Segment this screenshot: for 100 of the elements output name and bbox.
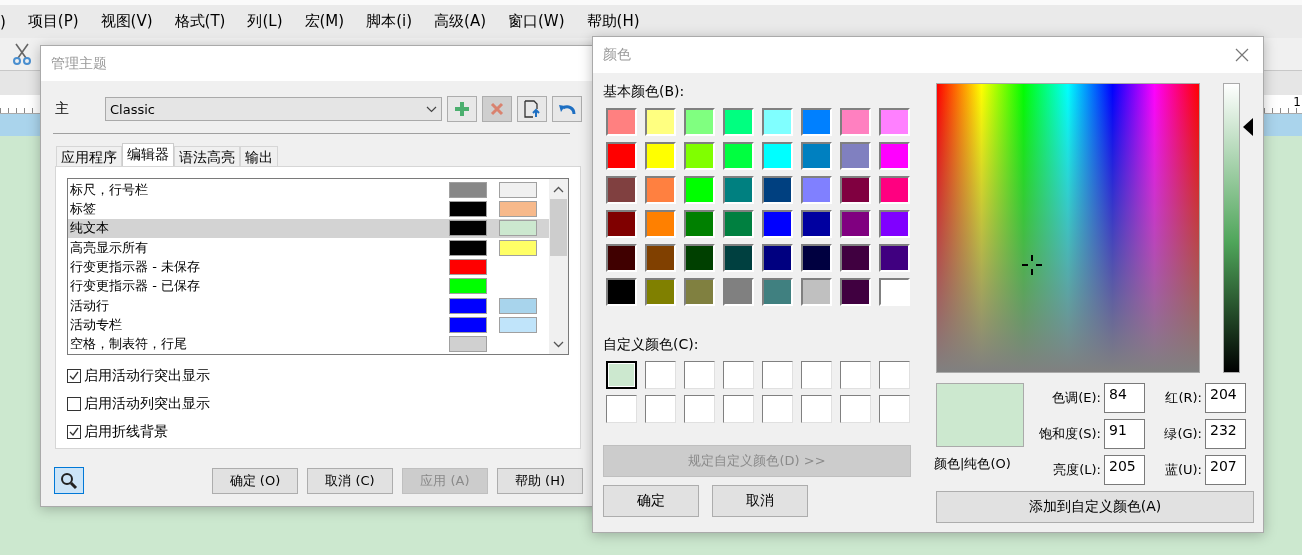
color-cell[interactable]	[645, 142, 676, 170]
color-swatch[interactable]	[449, 258, 487, 275]
tab[interactable]: 编辑器	[122, 143, 174, 166]
scrollbar[interactable]	[549, 179, 568, 354]
menu-item[interactable]: 帮助(H)	[575, 12, 651, 31]
color-cell[interactable]	[801, 142, 832, 170]
custom-color-cell[interactable]	[801, 395, 832, 423]
input-field[interactable]: 84	[1104, 383, 1145, 413]
color-cell[interactable]	[723, 142, 754, 170]
input-field[interactable]: 232	[1205, 419, 1246, 449]
input-field[interactable]: 205	[1104, 455, 1145, 485]
list-item[interactable]: 空格，制表符，行尾	[68, 334, 549, 354]
custom-color-cell[interactable]	[879, 395, 910, 423]
theme-dropdown[interactable]: Classic	[105, 97, 442, 121]
menu-item[interactable]: )	[0, 12, 17, 31]
dialog-button[interactable]: 帮助 (H)	[497, 467, 583, 494]
add-button[interactable]	[447, 96, 477, 122]
custom-color-cell[interactable]	[684, 361, 715, 389]
list-item[interactable]: 纯文本	[68, 218, 549, 238]
dialog-button[interactable]: 取消 (C)	[307, 467, 393, 494]
color-swatch[interactable]	[499, 239, 537, 256]
color-cell[interactable]	[645, 244, 676, 272]
checkbox[interactable]	[67, 397, 81, 411]
search-button[interactable]	[54, 467, 84, 494]
input-field[interactable]: 204	[1205, 383, 1246, 413]
color-cell[interactable]	[801, 176, 832, 204]
color-cell[interactable]	[606, 244, 637, 272]
input-field[interactable]: 207	[1205, 455, 1246, 485]
color-cell[interactable]	[684, 108, 715, 136]
menu-item[interactable]: 脚本(i)	[355, 12, 424, 31]
color-cell[interactable]	[840, 244, 871, 272]
color-cell[interactable]	[801, 210, 832, 238]
color-spectrum[interactable]	[936, 83, 1200, 373]
color-cell[interactable]	[879, 210, 910, 238]
custom-color-cell[interactable]	[723, 395, 754, 423]
color-swatch[interactable]	[449, 181, 487, 198]
input-field[interactable]: 91	[1104, 419, 1145, 449]
undo-button[interactable]	[552, 96, 582, 122]
color-swatch[interactable]	[449, 220, 487, 237]
crosshair-icon[interactable]	[1022, 255, 1042, 275]
color-swatch[interactable]	[449, 278, 487, 295]
color-cell[interactable]	[645, 108, 676, 136]
checkbox[interactable]	[67, 369, 81, 383]
menu-item[interactable]: 宏(M)	[293, 12, 356, 31]
color-cell[interactable]	[762, 244, 793, 272]
color-cell[interactable]	[801, 108, 832, 136]
color-swatch[interactable]	[449, 336, 487, 353]
color-swatch[interactable]	[449, 239, 487, 256]
color-cell[interactable]	[762, 142, 793, 170]
list-item[interactable]: 高亮显示所有	[68, 238, 549, 258]
color-cell[interactable]	[684, 210, 715, 238]
list-item[interactable]: 行变更指示器 - 未保存	[68, 257, 549, 277]
color-cell[interactable]	[762, 176, 793, 204]
list-item[interactable]: 行变更指示器 - 已保存	[68, 276, 549, 296]
color-cell[interactable]	[645, 278, 676, 306]
color-cell[interactable]	[723, 244, 754, 272]
color-cell[interactable]	[840, 210, 871, 238]
menu-item[interactable]: 视图(V)	[89, 12, 164, 31]
dialog-button[interactable]: 确定	[603, 485, 699, 517]
color-cell[interactable]	[606, 176, 637, 204]
color-cell[interactable]	[879, 108, 910, 136]
export-button[interactable]	[517, 96, 547, 122]
color-swatch[interactable]	[499, 297, 537, 314]
color-cell[interactable]	[723, 278, 754, 306]
color-cell[interactable]	[879, 142, 910, 170]
tab[interactable]: 应用程序	[56, 146, 122, 166]
color-cell[interactable]	[840, 108, 871, 136]
dialog-button[interactable]: 取消	[712, 485, 808, 517]
color-swatch[interactable]	[499, 316, 537, 333]
color-cell[interactable]	[762, 210, 793, 238]
color-cell[interactable]	[606, 210, 637, 238]
custom-color-cell[interactable]	[645, 395, 676, 423]
color-cell[interactable]	[645, 176, 676, 204]
color-cell[interactable]	[762, 108, 793, 136]
custom-color-cell[interactable]	[801, 361, 832, 389]
color-swatch[interactable]	[449, 316, 487, 333]
list-item[interactable]: 活动行	[68, 295, 549, 316]
menu-item[interactable]: 高级(A)	[423, 12, 497, 31]
color-cell[interactable]	[606, 142, 637, 170]
color-cell[interactable]	[723, 210, 754, 238]
color-cell[interactable]	[684, 278, 715, 306]
menu-item[interactable]: 列(L)	[236, 12, 294, 31]
color-cell[interactable]	[801, 278, 832, 306]
custom-color-cell[interactable]	[879, 361, 910, 389]
list-item[interactable]: 标签	[68, 199, 549, 219]
color-cell[interactable]	[723, 176, 754, 204]
color-cell[interactable]	[606, 278, 637, 306]
list-item[interactable]: 标尺，行号栏	[68, 180, 549, 200]
dialog-button[interactable]: 确定 (O)	[212, 467, 298, 494]
custom-color-cell[interactable]	[606, 361, 637, 389]
menu-item[interactable]: 格式(T)	[163, 12, 237, 31]
custom-color-cell[interactable]	[684, 395, 715, 423]
list-item[interactable]: 活动专栏	[68, 315, 549, 335]
color-swatch[interactable]	[449, 297, 487, 314]
color-cell[interactable]	[684, 176, 715, 204]
slider-arrow-icon[interactable]	[1243, 118, 1253, 137]
add-custom-color-button[interactable]: 添加到自定义颜色(A)	[936, 491, 1254, 523]
custom-color-cell[interactable]	[645, 361, 676, 389]
tab[interactable]: 输出	[240, 146, 278, 166]
menu-item[interactable]: 项目(P)	[16, 12, 90, 31]
